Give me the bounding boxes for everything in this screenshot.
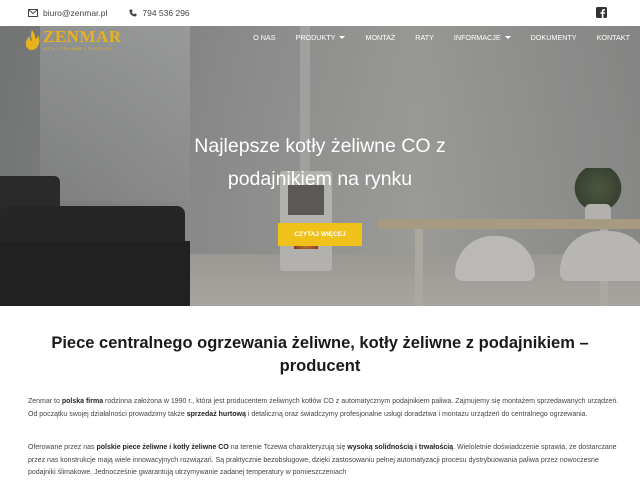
offer-paragraph: Oferowane przez nas polskie piece żeliwn… (28, 442, 620, 480)
read-more-button[interactable]: CZYTAJ WIĘCEJ (278, 223, 362, 246)
nav-label: RATY (415, 32, 434, 42)
envelope-icon (28, 9, 38, 17)
nav-item-produkty[interactable]: PRODUKTY (296, 33, 346, 42)
nav-label: KONTAKT (596, 32, 630, 42)
facebook-icon[interactable] (596, 7, 607, 18)
hero-banner: Najlepsze kotły żeliwne CO z podajnikiem… (0, 26, 640, 306)
intro-paragraph: Zenmar to polska firma rodzinna założona… (28, 396, 620, 421)
flame-icon (25, 29, 40, 50)
main-nav: O NAS PRODUKTY MONTAŻ RATY INFORMACJE DO… (233, 31, 630, 43)
email-text[interactable]: biuro@zenmar.pl (43, 8, 107, 18)
email-contact[interactable]: biuro@zenmar.pl (28, 8, 107, 18)
nav-item-raty[interactable]: RATY (415, 33, 434, 42)
nav-item-montaz[interactable]: MONTAŻ (365, 33, 395, 42)
phone-text[interactable]: 794 536 296 (142, 8, 189, 18)
chevron-down-icon (504, 35, 511, 39)
nav-item-o-nas[interactable]: O NAS (253, 33, 275, 42)
nav-label: DOKUMENTY (530, 32, 577, 42)
chevron-down-icon (339, 35, 346, 39)
nav-item-kontakt[interactable]: KONTAKT (597, 33, 630, 42)
nav-label: MONTAŻ (365, 32, 396, 42)
text: Oferowane przez nas (28, 444, 97, 451)
section-heading: Piece centralnego ogrzewania żeliwne, ko… (51, 334, 589, 375)
hero-title: Najlepsze kotły żeliwne CO z podajnikiem… (194, 135, 446, 190)
logo-tagline: KOTŁY ŻELIWNE I PIECE CO (43, 46, 112, 51)
bold-text: polska firma (61, 398, 104, 405)
bold-text: wysoką solidnością i trwałością (347, 444, 454, 451)
phone-contact[interactable]: 794 536 296 (129, 8, 190, 18)
text: i detaliczną oraz świadczymy profesjonal… (245, 410, 588, 418)
nav-item-informacje[interactable]: INFORMACJE (454, 33, 511, 42)
bold-text: polskie piece żeliwne i kotły żeliwne CO (96, 444, 229, 451)
nav-label: PRODUKTY (295, 32, 336, 42)
logo-brand: ZENMAR (43, 27, 122, 46)
nav-item-dokumenty[interactable]: DOKUMENTY (531, 33, 577, 42)
logo[interactable]: ZENMAR KOTŁY ŻELIWNE I PIECE CO (24, 28, 122, 51)
text: Zenmar to (28, 398, 62, 405)
text: na terenie Tczewa charakteryzują się (228, 444, 348, 451)
nav-label: O NAS (253, 32, 276, 42)
nav-label: INFORMACJE (453, 32, 501, 42)
top-bar: biuro@zenmar.pl 794 536 296 (0, 0, 640, 26)
bold-text: sprzedaż hurtową (186, 410, 246, 418)
phone-icon (129, 9, 137, 17)
